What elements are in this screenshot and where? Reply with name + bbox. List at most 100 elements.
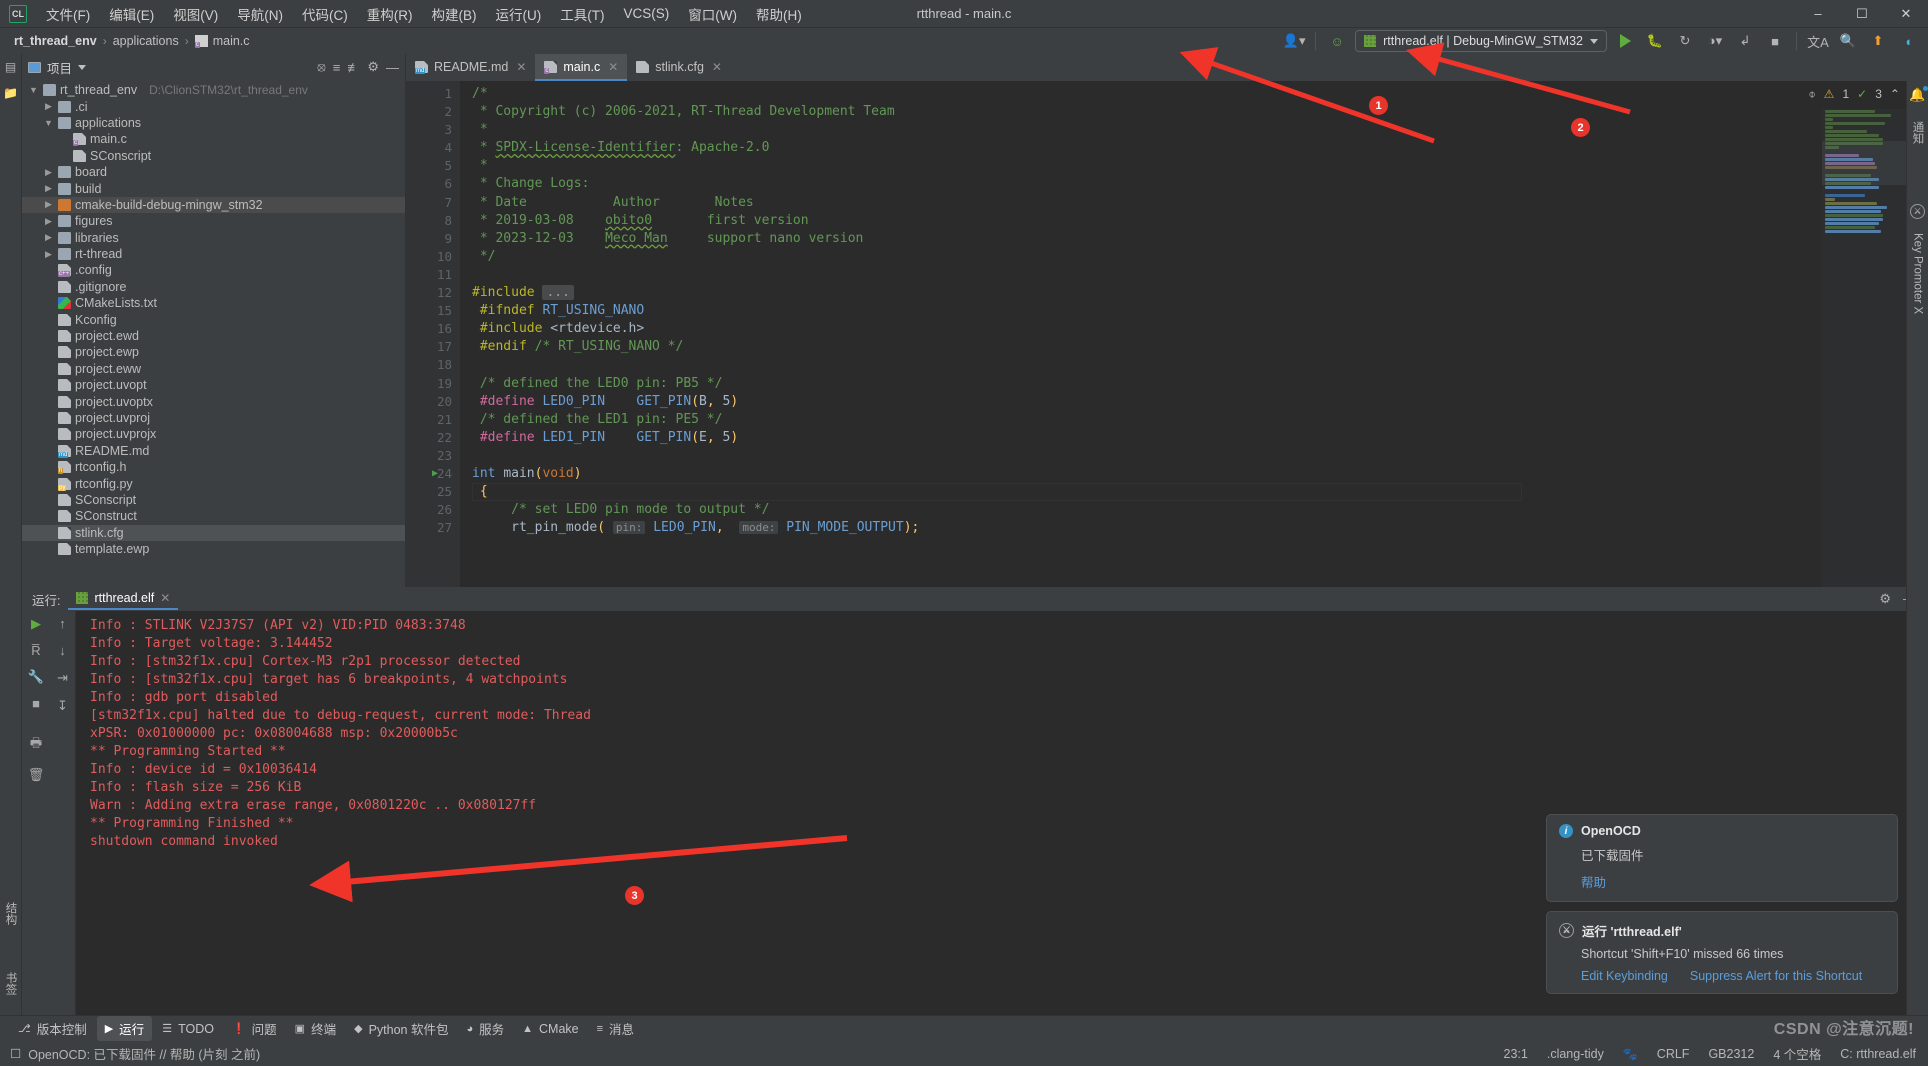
chevron-down-icon[interactable]: ▼: [43, 118, 54, 128]
profile-icon[interactable]: ◑▾: [1703, 30, 1727, 52]
settings-gear-icon[interactable]: ⚙: [367, 59, 379, 75]
select-opened-file-icon[interactable]: ⦻: [317, 59, 326, 75]
tree-item[interactable]: SConstruct: [22, 508, 405, 524]
code-line[interactable]: #include ...: [472, 284, 1928, 302]
tree-item[interactable]: ▶ board: [22, 164, 405, 180]
tree-item[interactable]: SConscript: [22, 492, 405, 508]
minimap-viewport[interactable]: [1822, 141, 1906, 185]
collapse-all-icon[interactable]: ≢: [347, 60, 360, 75]
close-button[interactable]: ✕: [1884, 0, 1928, 28]
tree-item[interactable]: SConscript: [22, 148, 405, 164]
tree-item[interactable]: stlink.cfg: [22, 524, 405, 541]
tree-item[interactable]: h rtconfig.h: [22, 459, 405, 475]
gutter-line-number[interactable]: 17: [406, 338, 460, 356]
run-configuration-selector[interactable]: rtthread.elf | Debug-MinGW_STM32: [1355, 30, 1607, 52]
tool-window-button-4[interactable]: ▣ 终端: [287, 1016, 344, 1041]
menu-item-5[interactable]: 重构(R): [358, 0, 422, 28]
chevron-right-icon[interactable]: ▶: [43, 101, 54, 112]
gutter-line-number[interactable]: 7: [406, 194, 460, 212]
gutter-line-number[interactable]: 11: [406, 266, 460, 284]
gutter-line-number[interactable]: 3: [406, 121, 460, 139]
code-line[interactable]: * 2019-03-08 obito0 first version: [472, 212, 1928, 230]
update-icon[interactable]: ⬆: [1866, 30, 1890, 52]
gutter-line-number[interactable]: 18: [406, 356, 460, 374]
previous-problem-icon[interactable]: ⌃: [1890, 87, 1900, 101]
tool-window-button-5[interactable]: ◆ Python 软件包: [346, 1016, 456, 1041]
indent-setting[interactable]: 4 个空格: [1773, 1044, 1821, 1063]
tree-item[interactable]: .gitignore: [22, 279, 405, 295]
scroll-to-end-button[interactable]: ↧: [57, 698, 68, 714]
tree-item[interactable]: project.uvprojx: [22, 426, 405, 442]
menu-item-9[interactable]: VCS(S): [615, 2, 679, 25]
gutter-line-number[interactable]: 24⊟▶: [406, 465, 469, 483]
gutter-line-number[interactable]: 22: [406, 429, 460, 447]
editor-tab-README-md[interactable]: md README.md ✕: [406, 54, 535, 81]
rerun-button[interactable]: ▶: [31, 616, 41, 632]
tool-window-button-3[interactable]: ❗ 问题: [224, 1016, 285, 1041]
structure-tool-label[interactable]: 结构: [3, 902, 19, 925]
gutter-line-number[interactable]: 20: [406, 393, 460, 411]
tree-item[interactable]: project.eww: [22, 361, 405, 377]
chevron-down-icon[interactable]: ▼: [28, 85, 39, 95]
file-encoding[interactable]: GB2312: [1708, 1047, 1754, 1061]
code-line[interactable]: /* defined the LED1 pin: PE5 */: [472, 411, 1928, 429]
gutter-line-number[interactable]: 5: [406, 157, 460, 175]
menu-item-4[interactable]: 代码(C): [293, 0, 357, 28]
close-icon[interactable]: ✕: [516, 60, 526, 74]
tool-window-button-6[interactable]: ◕ 服务: [458, 1016, 512, 1041]
event-log-icon[interactable]: ☐: [10, 1046, 21, 1061]
bookmarks-tool-label[interactable]: 书签: [3, 972, 19, 995]
tree-item[interactable]: ▶ .ci: [22, 98, 405, 114]
tree-item[interactable]: CMakeLists.txt: [22, 295, 405, 311]
tool-window-button-7[interactable]: ▲ CMake: [514, 1019, 586, 1039]
code-line[interactable]: [472, 356, 1928, 374]
commit-tool-icon[interactable]: 📁: [3, 86, 18, 100]
tree-item[interactable]: project.uvoptx: [22, 393, 405, 409]
gutter-line-number[interactable]: 21: [406, 411, 460, 429]
project-tool-icon[interactable]: ▤: [5, 60, 16, 74]
settings-gear-icon[interactable]: ⚙: [1879, 591, 1891, 607]
menu-item-6[interactable]: 构建(B): [423, 0, 486, 28]
status-message[interactable]: OpenOCD: 已下载固件 // 帮助 (片刻 之前): [28, 1044, 260, 1063]
chevron-down-icon[interactable]: [78, 64, 87, 70]
tree-item[interactable]: ▶ cmake-build-debug-mingw_stm32: [22, 196, 405, 214]
tool-window-button-1[interactable]: ▶ 运行: [96, 1016, 153, 1041]
code-line[interactable]: /* defined the LED0 pin: PB5 */: [472, 375, 1928, 393]
debug-icon[interactable]: 🐛: [1643, 30, 1667, 52]
ai-assistant-icon[interactable]: ◖: [1896, 30, 1920, 52]
key-promoter-icon[interactable]: ⚔: [1910, 204, 1925, 219]
code-line[interactable]: /*: [472, 85, 1928, 103]
scroll-down-button[interactable]: ↓: [59, 643, 66, 658]
tool-window-button-8[interactable]: ≡ 消息: [589, 1016, 642, 1041]
caret-position[interactable]: 23:1: [1504, 1047, 1528, 1061]
notifications-icon[interactable]: 🔔: [1909, 86, 1928, 103]
gutter-line-number[interactable]: 23: [406, 447, 460, 465]
code-line[interactable]: * Change Logs:: [472, 175, 1928, 193]
close-icon[interactable]: ✕: [608, 60, 618, 74]
code-line[interactable]: #define LED0_PIN GET_PIN(B, 5): [472, 393, 1928, 411]
run-icon[interactable]: [1613, 30, 1637, 52]
chevron-right-icon[interactable]: ▶: [43, 199, 54, 210]
menu-item-10[interactable]: 窗口(W): [679, 0, 746, 28]
tree-item[interactable]: ▼ rt_thread_env D:\ClionSTM32\rt_thread_en…: [22, 82, 405, 98]
gutter-line-number[interactable]: 6: [406, 175, 460, 193]
breadcrumb-item-file[interactable]: c main.c: [191, 32, 254, 50]
gutter-line-number[interactable]: 12⊞: [406, 284, 469, 302]
gutter-line-number[interactable]: 25: [406, 483, 460, 501]
chevron-right-icon[interactable]: ▶: [43, 167, 54, 178]
code-line[interactable]: rt_pin_mode( pin: LED0_PIN, mode: PIN_MO…: [472, 519, 1928, 537]
editor-tab-main-c[interactable]: c main.c ✕: [535, 54, 628, 81]
help-link[interactable]: 帮助: [1581, 872, 1606, 891]
tree-item[interactable]: project.uvopt: [22, 377, 405, 393]
code-line[interactable]: * SPDX-License-Identifier: Apache-2.0: [472, 139, 1928, 157]
gutter-line-number[interactable]: 15: [406, 302, 460, 320]
tree-item[interactable]: Kconfig: [22, 311, 405, 327]
run-gutter-icon[interactable]: ▶: [432, 465, 438, 483]
menu-item-8[interactable]: 工具(T): [551, 0, 613, 28]
close-icon[interactable]: ✕: [712, 60, 722, 74]
menu-item-2[interactable]: 视图(V): [164, 0, 227, 28]
gutter-line-number[interactable]: 26: [406, 501, 460, 519]
code-line[interactable]: */: [472, 248, 1928, 266]
code-line[interactable]: #ifndef RT_USING_NANO: [472, 302, 1928, 320]
scroll-up-button[interactable]: ↑: [59, 616, 66, 631]
